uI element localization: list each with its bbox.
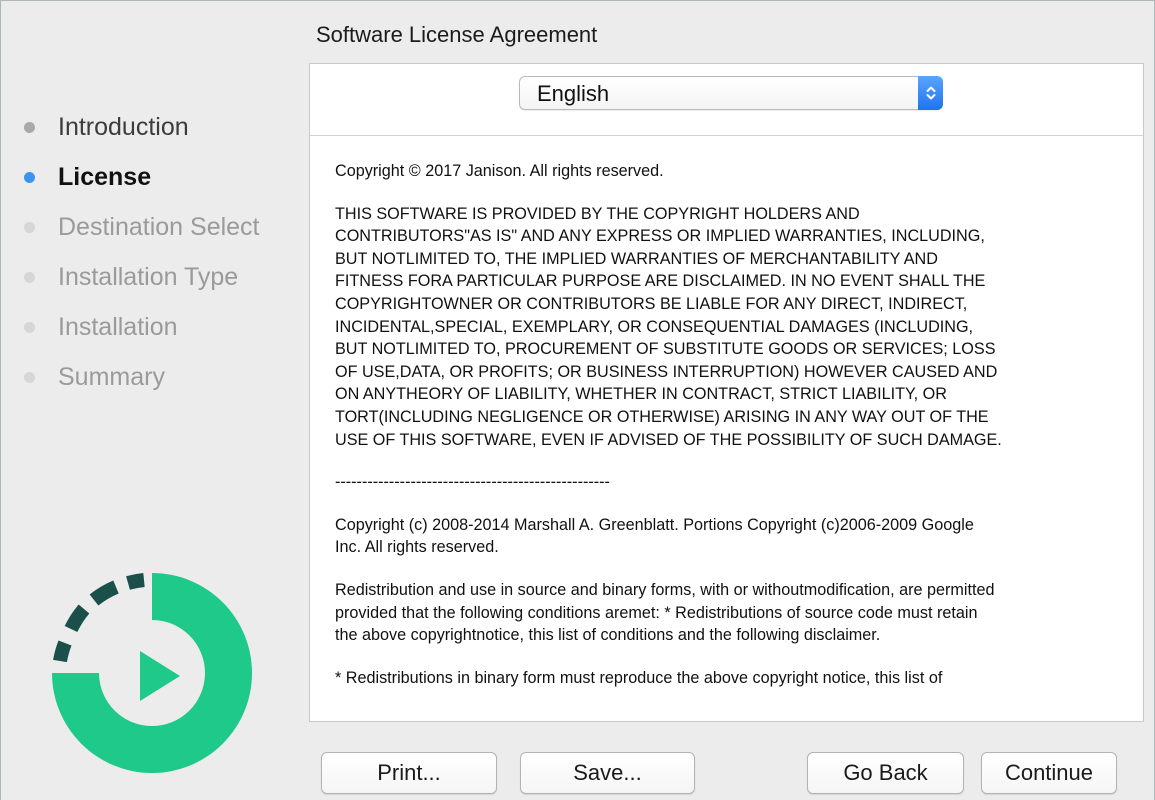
- license-separator: ----------------------------------------…: [335, 473, 610, 492]
- step-dot-icon: [24, 221, 35, 233]
- step-label: Installation Type: [58, 262, 239, 291]
- print-button[interactable]: Print...: [321, 752, 497, 794]
- step-label: License: [58, 162, 152, 191]
- license-paragraph: Redistribution and use in source and bin…: [335, 580, 995, 645]
- step-installation-type: Installation Type: [20, 252, 260, 302]
- license-paragraph: Copyright (c) 2008-2014 Marshall A. Gree…: [335, 515, 974, 557]
- step-dot-icon: [24, 371, 35, 383]
- license-paragraph: Copyright © 2017 Janison. All rights res…: [335, 162, 664, 180]
- page-title: Software License Agreement: [316, 22, 598, 47]
- step-dot-icon: [24, 171, 35, 183]
- step-label: Installation: [58, 312, 178, 341]
- step-introduction: Introduction: [20, 102, 260, 152]
- save-button[interactable]: Save...: [520, 752, 695, 794]
- step-summary: Summary: [20, 352, 260, 402]
- language-select[interactable]: English: [519, 76, 943, 110]
- license-paragraph: THIS SOFTWARE IS PROVIDED BY THE COPYRIG…: [335, 204, 1002, 449]
- installer-window: Software License Agreement Introduction …: [0, 0, 1155, 800]
- language-select-value: English: [537, 81, 610, 106]
- step-dot-icon: [24, 321, 35, 333]
- step-dot-icon: [24, 121, 35, 133]
- step-license: License: [20, 152, 260, 202]
- step-list: Introduction License Destination Select …: [20, 102, 260, 402]
- language-bar: English: [310, 64, 1143, 136]
- step-destination-select: Destination Select: [20, 202, 260, 252]
- step-installation: Installation: [20, 302, 260, 352]
- step-label: Destination Select: [58, 212, 260, 241]
- step-label: Summary: [58, 362, 165, 391]
- license-panel: English Copyright © 2017 Janison. All ri…: [309, 63, 1144, 722]
- license-text: Copyright © 2017 Janison. All rights res…: [335, 160, 1125, 709]
- step-label: Introduction: [58, 112, 189, 141]
- license-paragraph: * Redistributions in binary form must re…: [335, 668, 943, 687]
- janison-play-logo-icon: [52, 573, 252, 773]
- step-dot-icon: [24, 271, 35, 283]
- sidebar: Introduction License Destination Select …: [0, 0, 300, 800]
- continue-button[interactable]: Continue: [981, 752, 1117, 794]
- go-back-button[interactable]: Go Back: [807, 752, 964, 794]
- up-down-chevron-icon: [918, 76, 943, 110]
